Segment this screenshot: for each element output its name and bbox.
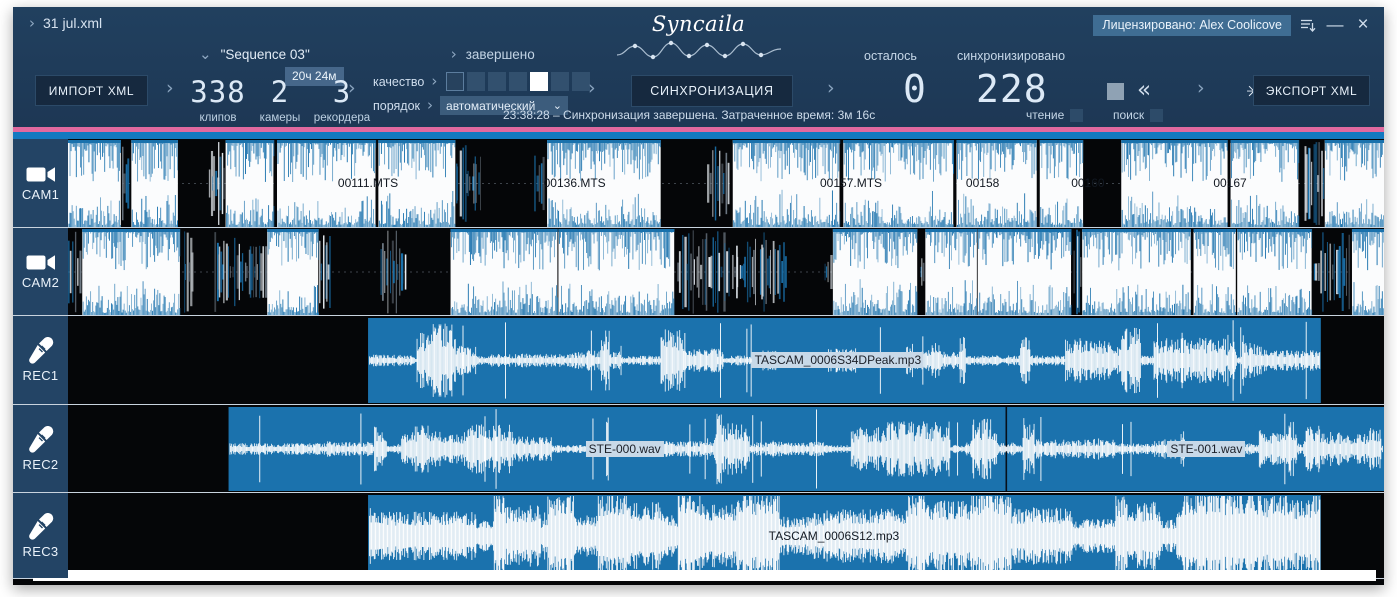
read-toggle[interactable]: чтение — [1026, 108, 1083, 122]
quality-box-4[interactable] — [530, 72, 548, 91]
timeline[interactable]: CAM1 00111.MTS 00136.MTS 00157.MTS 00158 0016… — [13, 139, 1384, 585]
microphone-icon — [28, 337, 54, 365]
arrow-after-quality-icon: › — [588, 77, 596, 99]
remaining-label: осталось — [864, 49, 917, 63]
app-logo: Syncaila — [614, 11, 784, 67]
status-message: 23:38:28 – Синхронизация завершена. Затр… — [503, 108, 875, 122]
read-toggle-label: чтение — [1026, 108, 1064, 122]
audio-waveform — [68, 316, 1384, 404]
arrow-after-sync-icon: › — [827, 77, 835, 99]
track-body-rec2[interactable]: STE-000.wav STE-001.wav — [68, 405, 1384, 492]
quality-chevron-icon: › — [431, 74, 437, 89]
arrow-after-transport-icon: › — [1197, 77, 1205, 99]
logo-text: Syncaila — [614, 11, 784, 37]
clip-label[interactable]: 00158 — [963, 175, 1002, 191]
search-toggle-label: поиск — [1113, 108, 1144, 122]
clip-label[interactable]: TASCAM_0006S12.mp3 — [766, 528, 903, 544]
sequence-name: "Sequence 03" — [221, 47, 310, 62]
track-rec2[interactable]: REC2 STE-000.wav STE-001.wav — [13, 405, 1384, 493]
quality-box-0[interactable] — [446, 72, 464, 91]
chevron-right-icon: › — [29, 16, 35, 31]
track-header-cam2[interactable]: CAM2 — [13, 228, 68, 315]
track-label: CAM2 — [22, 275, 59, 290]
microphone-icon — [28, 513, 54, 541]
track-label: REC1 — [23, 368, 59, 383]
video-camera-icon — [26, 165, 56, 184]
track-header-rec2[interactable]: REC2 — [13, 405, 68, 492]
export-xml-button[interactable]: ЭКСПОРТ XML — [1253, 75, 1370, 106]
video-waveform — [68, 139, 1384, 227]
logo-waveform-icon — [615, 37, 783, 63]
clip-label[interactable]: TASCAM_0006S34DPeak.mp3 — [752, 352, 925, 368]
track-body-cam1[interactable]: 00111.MTS 00136.MTS 00157.MTS 00158 00160 001… — [68, 139, 1384, 227]
rewind-icon[interactable]: « — [1137, 77, 1151, 103]
track-label: REC2 — [23, 457, 59, 472]
track-header-rec3[interactable]: REC3 — [13, 493, 68, 578]
import-xml-button[interactable]: ИМПОРТ XML — [35, 75, 148, 106]
remaining-value: 0 — [903, 69, 927, 109]
minimize-button[interactable]: — — [1322, 13, 1348, 37]
quality-box-5[interactable] — [551, 72, 569, 91]
audio-waveform — [68, 493, 1384, 578]
status-bar: 23:38:28 – Синхронизация завершена. Затр… — [13, 107, 1384, 126]
horizontal-scrollbar[interactable] — [33, 570, 1376, 581]
quality-box-3[interactable] — [509, 72, 527, 91]
read-toggle-box[interactable] — [1070, 109, 1083, 122]
quality-row: качество › — [373, 72, 590, 91]
clip-label[interactable]: 00167 — [1210, 175, 1249, 191]
breadcrumb[interactable]: › 31 jul.xml — [29, 15, 102, 31]
track-label: REC3 — [23, 544, 59, 559]
arrow-after-import-icon: › — [166, 77, 174, 99]
microphone-icon — [28, 426, 54, 454]
synced-label: синхронизировано — [957, 49, 1065, 63]
track-body-rec3[interactable]: TASCAM_0006S12.mp3 — [68, 493, 1384, 578]
chevron-right-icon-2: › — [451, 47, 457, 62]
export-list-icon[interactable] — [1294, 13, 1320, 37]
track-label: CAM1 — [22, 187, 59, 202]
quality-selector[interactable] — [446, 72, 590, 91]
app-root: › 31 jul.xml Лицензировано: Alex Coolico… — [0, 0, 1397, 597]
counter-recorders-value: 3 — [301, 77, 383, 107]
clip-label[interactable]: 00160 — [1068, 175, 1107, 191]
stop-button[interactable] — [1107, 83, 1124, 100]
quality-box-2[interactable] — [488, 72, 506, 91]
track-body-rec1[interactable]: TASCAM_0006S34DPeak.mp3 — [68, 316, 1384, 404]
accent-bar-blue — [13, 132, 1384, 139]
synced-value: 228 — [976, 69, 1048, 109]
clip-label[interactable]: STE-001.wav — [1167, 441, 1245, 457]
application-window: › 31 jul.xml Лицензировано: Alex Coolico… — [13, 7, 1384, 585]
clip-label[interactable]: STE-000.wav — [586, 441, 664, 457]
close-button[interactable]: × — [1350, 13, 1376, 37]
video-waveform — [68, 228, 1384, 315]
clip-label[interactable]: 00111.MTS — [335, 175, 401, 191]
track-header-rec1[interactable]: REC1 — [13, 316, 68, 404]
track-cam2[interactable]: CAM2 — [13, 228, 1384, 316]
document-name: 31 jul.xml — [43, 15, 102, 31]
track-rec3[interactable]: REC3 TASCAM_0006S12.mp3 — [13, 493, 1384, 579]
search-toggle[interactable]: поиск — [1113, 108, 1163, 122]
clip-label[interactable]: 00157.MTS — [817, 175, 885, 191]
sequence-row[interactable]: ⌄ "Sequence 03" › завершено — [199, 47, 535, 62]
clip-label[interactable]: 00136.MTS — [541, 175, 609, 191]
search-toggle-box[interactable] — [1150, 109, 1163, 122]
quality-box-1[interactable] — [467, 72, 485, 91]
license-badge: Лицензировано: Alex Coolicove — [1093, 15, 1291, 36]
track-body-cam2[interactable] — [68, 228, 1384, 315]
arrow-after-counters-icon: › — [348, 77, 356, 99]
video-camera-icon — [26, 253, 56, 272]
synchronize-button[interactable]: СИНХРОНИЗАЦИЯ — [631, 75, 793, 107]
counter-clips-value: 338 — [185, 77, 251, 107]
header-panel: › 31 jul.xml Лицензировано: Alex Coolico… — [13, 7, 1384, 132]
track-rec1[interactable]: REC1 TASCAM_0006S34DPeak.mp3 — [13, 316, 1384, 405]
sequence-status: завершено — [466, 47, 535, 62]
chevron-down-icon: ⌄ — [199, 47, 212, 62]
quality-label: качество — [373, 75, 424, 89]
track-cam1[interactable]: CAM1 00111.MTS 00136.MTS 00157.MTS 00158 0016… — [13, 139, 1384, 228]
track-header-cam1[interactable]: CAM1 — [13, 139, 68, 227]
